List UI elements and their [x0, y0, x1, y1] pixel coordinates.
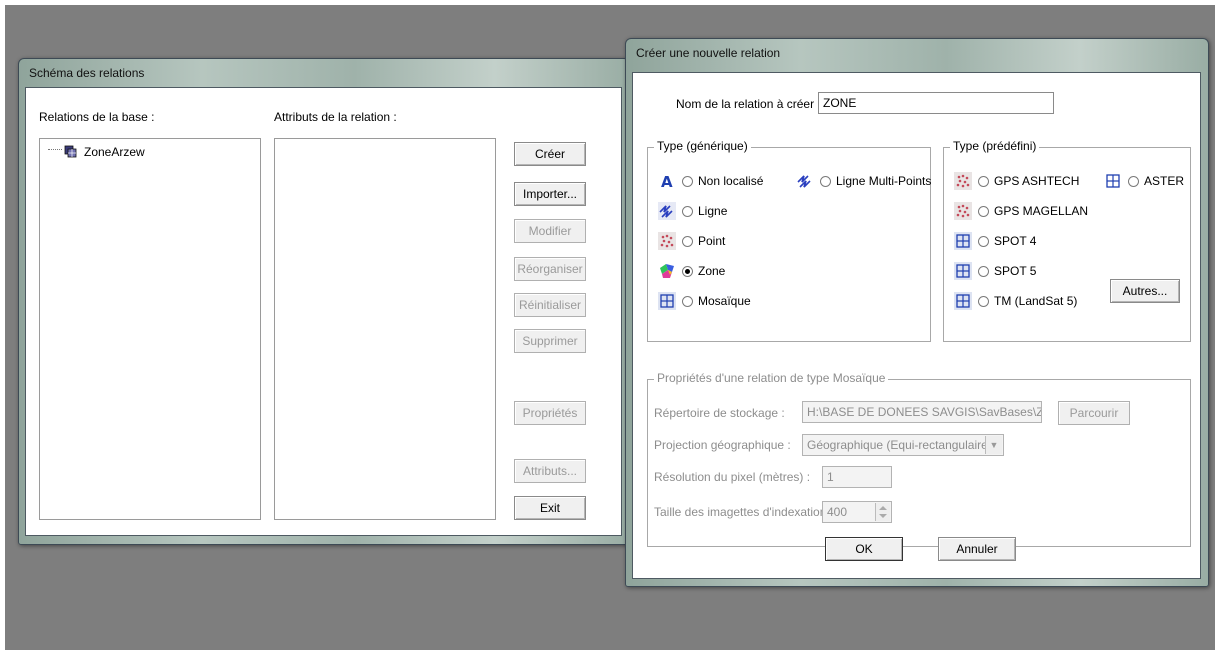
modify-button[interactable]: Modifier — [514, 219, 586, 243]
radio-label: GPS MAGELLAN — [994, 204, 1089, 218]
radio-circle[interactable] — [978, 175, 989, 187]
chevron-down-icon[interactable]: ▼ — [985, 436, 1002, 454]
generic-type-legend: Type (générique) — [654, 139, 751, 153]
radio-tm-landsat5[interactable]: TM (LandSat 5) — [954, 290, 1077, 312]
radio-gps-ashtech[interactable]: GPS ASHTECH — [954, 170, 1079, 192]
radio-non-localise[interactable]: A Non localisé — [658, 170, 763, 192]
thumbnail-size-label: Taille des imagettes d'indexation : — [654, 505, 834, 519]
mosaic-icon — [954, 232, 972, 250]
zone-icon — [658, 262, 676, 280]
attributes-list[interactable] — [274, 138, 496, 520]
relation-name-label: Nom de la relation à créer : — [676, 97, 821, 111]
relations-tree[interactable]: ZoneArzew — [39, 138, 261, 520]
relations-label: Relations de la base : — [39, 110, 155, 124]
mosaic-icon — [658, 292, 676, 310]
projection-select[interactable]: Géographique (Equi-rectangulaire) ▼ — [802, 434, 1004, 456]
radio-label: SPOT 4 — [994, 234, 1037, 248]
ok-button[interactable]: OK — [825, 537, 903, 561]
spinner-icon[interactable] — [875, 503, 890, 521]
import-button[interactable]: Importer... — [514, 182, 586, 206]
create-button[interactable]: Créer — [514, 142, 586, 166]
radio-mosaique[interactable]: Mosaïque — [658, 290, 751, 312]
radio-label: Ligne — [698, 204, 728, 218]
radio-circle[interactable] — [820, 175, 831, 187]
text-a-icon: A — [658, 172, 676, 190]
attributes-button[interactable]: Attributs... — [514, 459, 586, 483]
mosaic-icon — [1104, 172, 1122, 190]
generic-type-group: Type (générique) A Non localisé Ligne Mu… — [647, 139, 931, 342]
radio-label: Zone — [698, 264, 726, 278]
new-relation-dialog: Créer une nouvelle relation Nom de la re… — [625, 38, 1209, 587]
mosaic-properties-legend: Propriétés d'une relation de type Mosaïq… — [654, 371, 889, 385]
line-icon — [658, 202, 676, 220]
radio-circle[interactable] — [682, 235, 693, 247]
relation-name-input[interactable]: ZONE — [818, 92, 1054, 114]
resolution-input[interactable]: 1 — [822, 466, 892, 488]
radio-circle[interactable] — [978, 235, 989, 247]
radio-spot4[interactable]: SPOT 4 — [954, 230, 1036, 252]
attributes-label: Attributs de la relation : — [274, 110, 397, 124]
point-icon — [658, 232, 676, 250]
mosaic-icon — [954, 292, 972, 310]
radio-label: Point — [698, 234, 726, 248]
svg-text:A: A — [661, 173, 673, 190]
tree-item[interactable]: ZoneArzew — [48, 145, 145, 159]
reinitialize-button[interactable]: Réinitialiser — [514, 293, 586, 317]
radio-gps-magellan[interactable]: GPS MAGELLAN — [954, 200, 1088, 222]
radio-label: Non localisé — [698, 174, 764, 188]
exit-button[interactable]: Exit — [514, 496, 586, 520]
radio-circle[interactable] — [978, 295, 989, 307]
window-title: Schéma des relations — [29, 66, 145, 80]
radio-circle[interactable] — [1128, 175, 1139, 187]
mosaic-icon — [954, 262, 972, 280]
projection-value: Géographique (Equi-rectangulaire) — [807, 438, 992, 452]
radio-circle[interactable] — [978, 265, 989, 277]
tree-connector — [48, 148, 62, 150]
radio-circle[interactable] — [682, 175, 693, 187]
radio-label: Ligne Multi-Points — [836, 174, 932, 188]
multiline-icon — [796, 172, 814, 190]
radio-circle[interactable] — [682, 205, 693, 217]
reorganize-button[interactable]: Réorganiser — [514, 257, 586, 281]
radio-label: GPS ASHTECH — [994, 174, 1080, 188]
browse-button[interactable]: Parcourir — [1058, 401, 1130, 425]
point-icon — [954, 202, 972, 220]
radio-point[interactable]: Point — [658, 230, 725, 252]
mosaic-properties-group: Propriétés d'une relation de type Mosaïq… — [647, 371, 1191, 547]
resolution-label: Résolution du pixel (mètres) : — [654, 470, 811, 484]
radio-label: TM (LandSat 5) — [994, 294, 1078, 308]
radio-spot5[interactable]: SPOT 5 — [954, 260, 1036, 282]
dialog-client-area: Nom de la relation à créer : ZONE Type (… — [632, 72, 1201, 579]
others-button[interactable]: Autres... — [1110, 279, 1180, 303]
projection-label: Projection géographique : — [654, 438, 791, 452]
properties-button[interactable]: Propriétés — [514, 401, 586, 425]
radio-aster[interactable]: ASTER — [1104, 170, 1184, 192]
storage-path-input[interactable]: H:\BASE DE DONEES SAVGIS\SavBases\Zone — [802, 401, 1042, 423]
radio-circle-selected[interactable] — [682, 265, 693, 277]
cancel-button[interactable]: Annuler — [938, 537, 1016, 561]
predefined-type-group: Type (prédéfini) GPS ASHTECH ASTER GPS M… — [943, 139, 1191, 342]
radio-zone[interactable]: Zone — [658, 260, 725, 282]
point-icon — [954, 172, 972, 190]
dialog-title: Créer une nouvelle relation — [636, 46, 781, 60]
delete-button[interactable]: Supprimer — [514, 329, 586, 353]
thumbnail-size-value: 400 — [827, 505, 848, 519]
radio-label: ASTER — [1144, 174, 1185, 188]
window-client-area: Relations de la base : Attributs de la r… — [25, 87, 622, 536]
radio-ligne[interactable]: Ligne — [658, 200, 727, 222]
thumbnail-size-stepper[interactable]: 400 — [822, 501, 892, 523]
radio-ligne-multipoints[interactable]: Ligne Multi-Points — [796, 170, 931, 192]
radio-circle[interactable] — [682, 295, 693, 307]
table-icon — [64, 145, 78, 159]
schema-relations-window: Schéma des relations Relations de la bas… — [18, 58, 630, 545]
predefined-type-legend: Type (prédéfini) — [950, 139, 1040, 153]
radio-label: SPOT 5 — [994, 264, 1037, 278]
storage-label: Répertoire de stockage : — [654, 406, 785, 420]
radio-circle[interactable] — [978, 205, 989, 217]
radio-label: Mosaïque — [698, 294, 751, 308]
tree-item-label: ZoneArzew — [84, 145, 145, 159]
